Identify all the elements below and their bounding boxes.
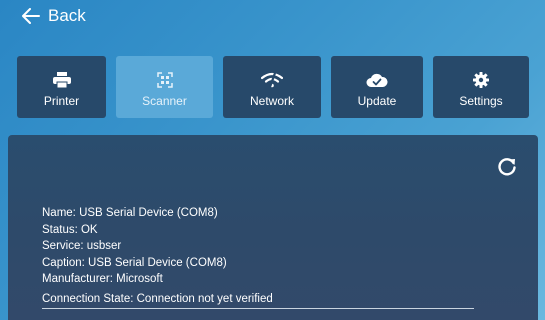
device-service: Service: usbser	[42, 240, 122, 252]
cloud-check-icon	[366, 71, 388, 89]
gear-icon	[473, 71, 489, 89]
tab-label: Update	[357, 93, 397, 108]
device-details: Name: USB Serial Device (COM8) Status: O…	[42, 205, 227, 288]
tab-printer[interactable]: Printer	[17, 56, 106, 118]
back-label: Back	[48, 6, 86, 25]
tab-label: Scanner	[142, 93, 187, 108]
connection-state: Connection State: Connection not yet ver…	[42, 291, 474, 309]
tab-update[interactable]: Update	[331, 56, 423, 118]
device-status: Status: OK	[42, 223, 98, 236]
device-name: Name: USB Serial Device (COM8)	[42, 207, 218, 219]
wifi-off-icon	[261, 71, 283, 89]
tab-network[interactable]: Network	[223, 56, 321, 118]
device-caption: Caption: USB Serial Device (COM8)	[42, 256, 227, 269]
device-info-panel: Name: USB Serial Device (COM8) Status: O…	[8, 135, 538, 320]
device-manufacturer: Manufacturer: Microsoft	[42, 273, 163, 285]
tab-label: Printer	[43, 93, 80, 108]
tab-settings[interactable]: Settings	[433, 56, 529, 118]
printer-icon	[52, 71, 71, 89]
tab-label: Settings	[459, 93, 503, 108]
arrow-left-icon	[22, 8, 40, 24]
tab-label: Network	[249, 93, 294, 108]
tab-scanner[interactable]: Scanner	[116, 56, 213, 118]
refresh-button[interactable]	[496, 156, 518, 178]
qr-scan-icon	[156, 71, 173, 89]
back-button[interactable]: Back	[22, 4, 86, 28]
refresh-icon	[496, 156, 518, 178]
